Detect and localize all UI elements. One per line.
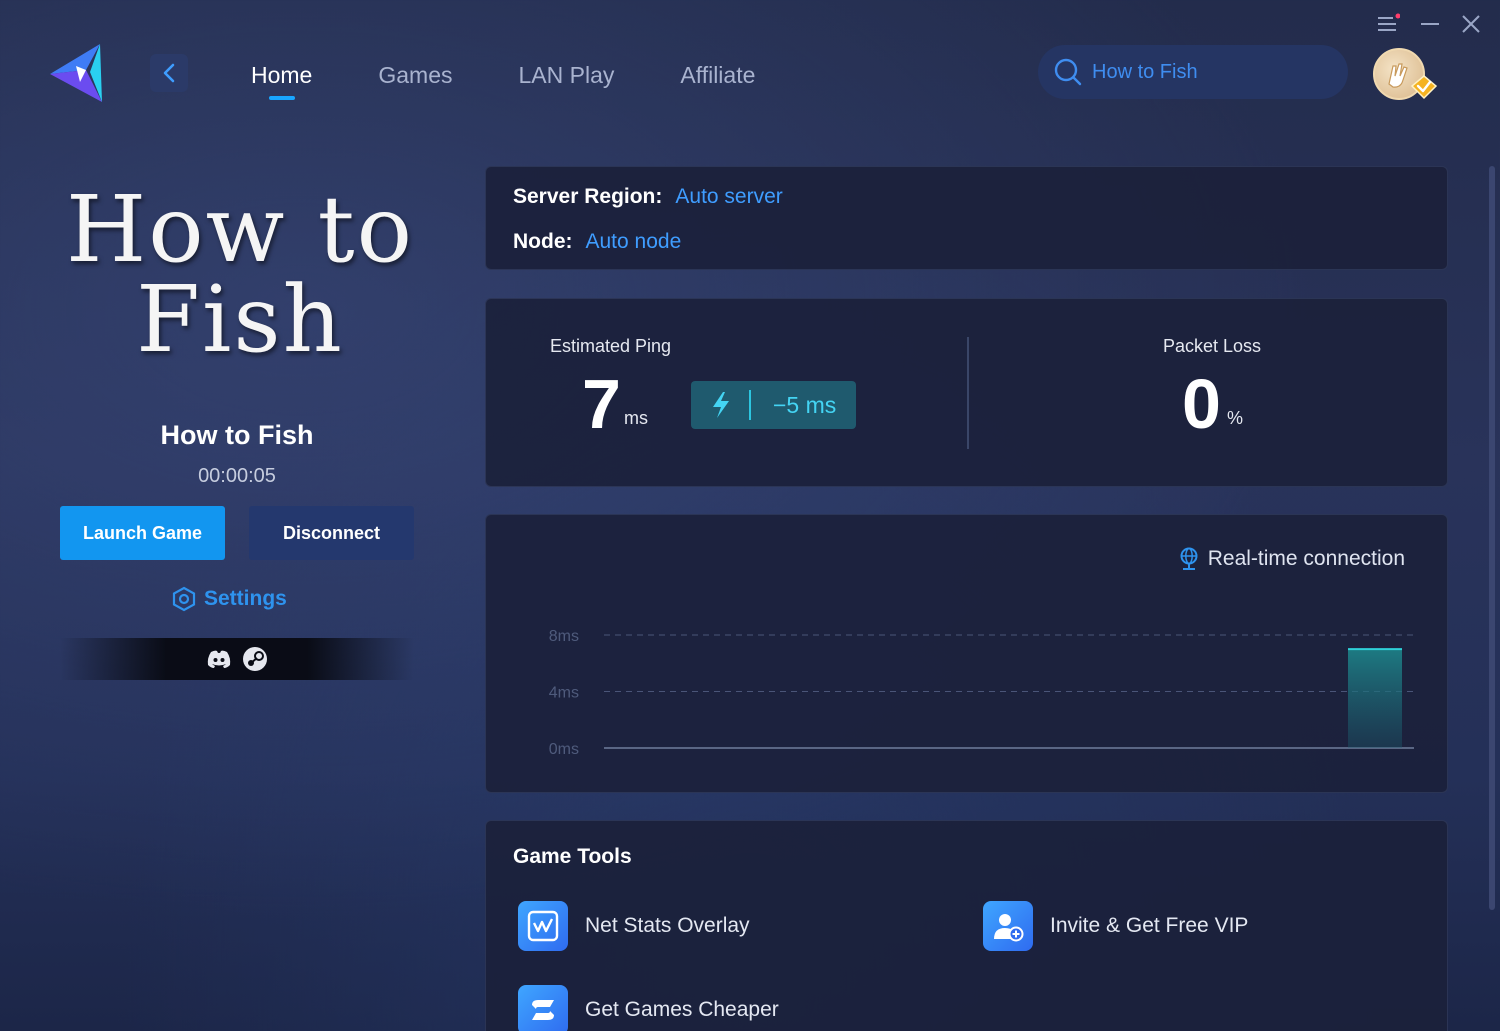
minimize-button[interactable] bbox=[1416, 10, 1444, 38]
tab-games[interactable]: Games bbox=[355, 58, 475, 94]
game-title: How to Fish bbox=[160, 420, 314, 450]
server-region-label: Server Region: bbox=[513, 185, 663, 208]
node-value[interactable]: Auto node bbox=[586, 230, 682, 254]
game-logo: How to Fish bbox=[60, 176, 420, 373]
node-label: Node: bbox=[513, 230, 573, 253]
tab-affiliate[interactable]: Affiliate bbox=[657, 58, 778, 94]
packet-loss-unit: % bbox=[1227, 408, 1244, 428]
tab-lan-play[interactable]: LAN Play bbox=[496, 58, 638, 94]
discord-icon[interactable] bbox=[206, 646, 232, 672]
chart-y-tick-label: 4ms bbox=[549, 685, 579, 702]
game-tools-card: Game Tools Net Stats Overlay Invite & Ge… bbox=[485, 820, 1448, 1031]
node-row[interactable]: Node: Auto node bbox=[513, 230, 681, 254]
lightning-icon bbox=[713, 392, 729, 418]
packet-loss-value: 0 bbox=[1182, 365, 1221, 443]
server-card: Server Region: Auto server Node: Auto no… bbox=[485, 166, 1448, 270]
search-icon bbox=[1054, 58, 1082, 86]
app-logo bbox=[46, 40, 108, 106]
platform-strip bbox=[60, 638, 414, 680]
chart-bar bbox=[1348, 649, 1402, 748]
stats-divider bbox=[967, 337, 969, 449]
connection-chart-card: Real-time connection 8ms 4ms 0ms bbox=[485, 514, 1448, 793]
cheaper-games-icon bbox=[518, 985, 568, 1031]
main-nav: Home Games LAN Play Affiliate bbox=[228, 58, 798, 100]
menu-button[interactable] bbox=[1374, 10, 1402, 38]
tab-home[interactable]: Home bbox=[228, 58, 335, 100]
session-timer: 00:00:05 bbox=[198, 465, 276, 487]
tool-label: Get Games Cheaper bbox=[585, 998, 779, 1021]
packet-loss-label: Packet Loss bbox=[1163, 336, 1262, 356]
tool-net-stats-overlay[interactable]: Net Stats Overlay bbox=[518, 901, 750, 951]
tool-get-games-cheaper[interactable]: Get Games Cheaper bbox=[518, 985, 779, 1031]
ping-unit: ms bbox=[624, 408, 648, 428]
ping-label: Estimated Ping bbox=[550, 336, 672, 356]
tool-label: Invite & Get Free VIP bbox=[1050, 914, 1249, 937]
boost-badge: −5 ms bbox=[691, 381, 856, 429]
search-input[interactable]: How to Fish bbox=[1038, 45, 1348, 99]
ping-value: 7 bbox=[582, 365, 621, 443]
invite-user-icon bbox=[983, 901, 1033, 951]
search-value: How to Fish bbox=[1092, 60, 1198, 83]
stats-card: Estimated Ping 7 ms −5 ms Packet Loss 0 … bbox=[485, 298, 1448, 487]
boost-value: −5 ms bbox=[773, 391, 837, 418]
server-region-row[interactable]: Server Region: Auto server bbox=[513, 185, 783, 209]
tool-invite-free-vip[interactable]: Invite & Get Free VIP bbox=[983, 901, 1248, 951]
game-logo-line1: How to bbox=[66, 176, 414, 283]
ping-chart: 8ms 4ms 0ms bbox=[549, 628, 1414, 758]
chart-y-tick-label: 8ms bbox=[549, 628, 579, 645]
chevron-left-icon bbox=[163, 63, 175, 83]
back-button[interactable] bbox=[150, 54, 188, 92]
boost-separator bbox=[749, 390, 751, 420]
disconnect-button[interactable]: Disconnect bbox=[249, 506, 414, 560]
close-icon bbox=[1462, 15, 1480, 33]
scrollbar[interactable] bbox=[1489, 166, 1495, 910]
settings-hex-icon bbox=[172, 586, 196, 612]
game-tools-title: Game Tools bbox=[513, 845, 632, 868]
net-stats-icon bbox=[518, 901, 568, 951]
server-region-value[interactable]: Auto server bbox=[675, 185, 782, 209]
steam-icon[interactable] bbox=[242, 646, 268, 672]
game-logo-line2: Fish bbox=[136, 266, 344, 373]
minimize-icon bbox=[1421, 23, 1439, 25]
menu-icon bbox=[1378, 13, 1400, 31]
chart-y-tick-label: 0ms bbox=[549, 741, 579, 758]
close-button[interactable] bbox=[1457, 10, 1485, 38]
tool-label: Net Stats Overlay bbox=[585, 914, 750, 937]
settings-link[interactable]: Settings bbox=[172, 586, 287, 612]
vip-badge-icon bbox=[1410, 74, 1438, 100]
launch-game-button[interactable]: Launch Game bbox=[60, 506, 225, 560]
settings-label: Settings bbox=[204, 587, 287, 610]
